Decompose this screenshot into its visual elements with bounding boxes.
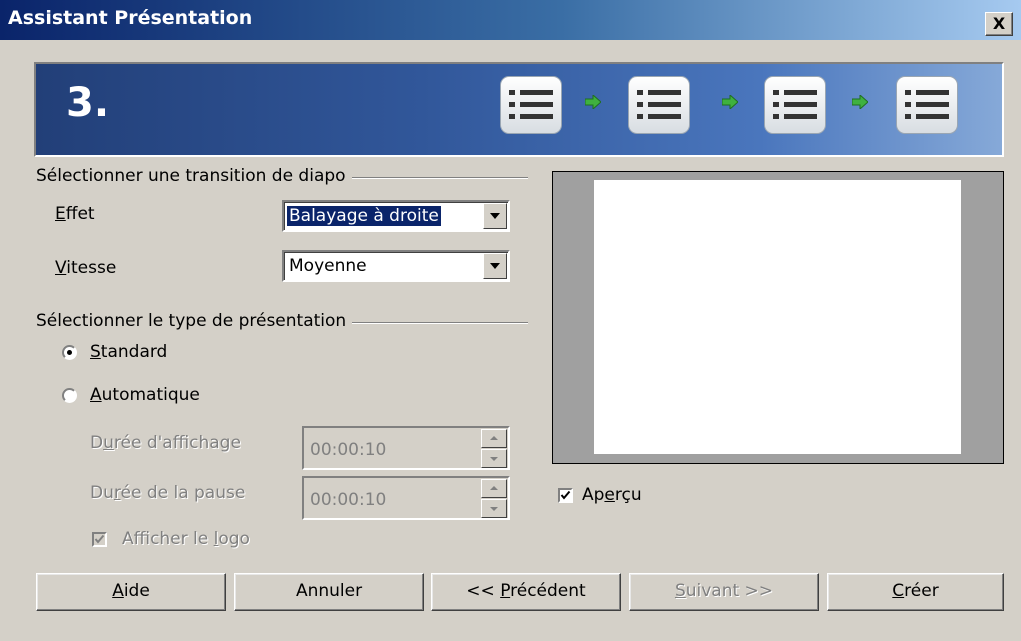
show-logo-label: Afficher le logo [122,529,250,549]
checkmark-icon [560,490,571,500]
display-duration-spinner[interactable]: 00:00:10 [302,426,510,470]
preview-slide [594,180,961,454]
pause-duration-label: Durée de la pause [90,483,246,503]
effect-select[interactable]: Balayage à droite [282,200,510,232]
show-logo-checkbox[interactable] [92,532,107,547]
close-icon: X [992,14,1006,33]
list-icon [500,76,562,134]
spin-down-icon[interactable] [481,499,507,518]
checkmark-icon [94,534,105,544]
type-group-title: Sélectionner le type de présentation [36,311,353,331]
pause-duration-value: 00:00:10 [310,490,387,510]
chevron-down-icon[interactable] [483,253,507,279]
help-button[interactable]: Aide [36,573,226,611]
step-number: 3. [66,80,110,126]
pause-duration-spinner[interactable]: 00:00:10 [302,476,510,520]
automatic-radio[interactable] [62,388,77,403]
list-icon [628,76,690,134]
effect-value: Balayage à droite [286,205,442,227]
display-duration-value: 00:00:10 [310,440,387,460]
spin-up-icon[interactable] [481,429,507,448]
cancel-button[interactable]: Annuler [234,573,424,611]
list-icon [764,76,826,134]
previous-button[interactable]: << Précédent [431,573,621,611]
slide-preview [552,171,1004,464]
arrow-right-icon [722,95,738,109]
chevron-down-icon[interactable] [483,203,507,229]
preview-checkbox[interactable] [558,488,573,503]
spin-up-icon[interactable] [481,479,507,498]
spin-down-icon[interactable] [481,449,507,468]
wizard-banner: 3. [34,62,1004,157]
speed-select[interactable]: Moyenne [282,250,510,282]
speed-value: Moyenne [289,256,367,276]
standard-label[interactable]: Standard [90,342,167,362]
display-duration-label: Durée d'affichage [90,433,241,453]
speed-label: Vitesse [55,258,117,278]
transition-group-title: Sélectionner une transition de diapo [36,166,352,186]
radio-dot-icon [67,350,72,355]
list-icon [896,76,958,134]
next-button[interactable]: Suivant >> [629,573,819,611]
arrow-right-icon [852,95,868,109]
create-button[interactable]: Créer [827,573,1004,611]
standard-radio[interactable] [62,345,77,360]
effect-label: Effet [55,204,95,224]
preview-label[interactable]: Aperçu [582,485,642,505]
title-bar: Assistant Présentation X [0,0,1021,40]
automatic-label[interactable]: Automatique [90,385,200,405]
close-button[interactable]: X [985,12,1013,36]
window-title: Assistant Présentation [8,7,253,29]
arrow-right-icon [585,95,601,109]
